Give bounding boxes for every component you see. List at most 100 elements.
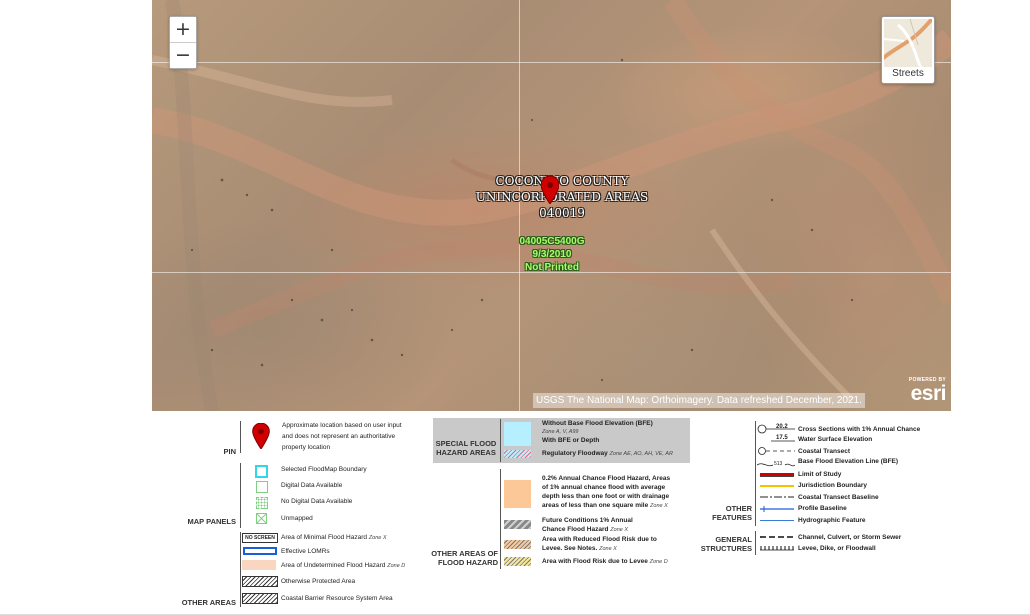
reduced-risk-levee-swatch — [504, 540, 531, 549]
community-id: 040019 — [539, 206, 585, 220]
limit-of-study-symbol — [760, 473, 794, 477]
hydrographic-feature-symbol — [760, 520, 794, 521]
map-panel-item: No Digital Data Available — [281, 498, 353, 505]
map-attribution: USGS The National Map: Orthoimagery. Dat… — [533, 393, 865, 408]
legend-section-map-panels: MAP PANELS — [187, 517, 236, 526]
esri-wordmark: esri — [910, 382, 947, 405]
other-area-item: Area of Minimal Flood Hazard Zone X — [281, 534, 387, 541]
other-flood-item: depth less than one foot or with drainag… — [542, 493, 670, 500]
legend-divider — [755, 421, 756, 526]
section-line: OTHER AREAS OF — [431, 549, 498, 558]
other-area-item: Effective LOMRs — [281, 548, 330, 555]
annual-chance-swatch — [504, 480, 531, 508]
channel-culvert-symbol — [760, 536, 794, 538]
special-flood-item: With BFE or Depth — [542, 437, 600, 444]
pin-description-line: property location — [282, 444, 331, 451]
other-flood-item: of 1% annual chance flood with average — [542, 484, 666, 491]
no-screen-swatch: NO SCREEN — [242, 533, 278, 543]
flood-map-legend: PIN Approximate location based on user i… — [0, 411, 1030, 615]
legend-section-other-flood: OTHER AREAS OF FLOOD HAZARD — [426, 549, 498, 567]
other-flood-item: 0.2% Annual Chance Flood Hazard, Areas — [542, 475, 671, 482]
legend-divider — [500, 419, 501, 462]
other-feature-item: Limit of Study — [798, 471, 842, 478]
legend-section-pin: PIN — [223, 447, 236, 456]
other-flood-item: Area with Reduced Flood Risk due to — [542, 536, 657, 543]
graticule-line — [152, 62, 951, 63]
section-line: FEATURES — [712, 513, 752, 522]
legend-divider — [240, 463, 241, 528]
levee-risk-swatch — [504, 557, 531, 566]
special-flood-item: Regulatory Floodway Zone AE, AO, AH, VE,… — [542, 450, 673, 457]
special-flood-item: Without Base Flood Elevation (BFE) — [542, 420, 653, 427]
other-feature-item: Coastal Transect — [798, 448, 851, 455]
esri-logo[interactable]: POWERED BY esri — [894, 377, 947, 407]
zoom-out-button[interactable]: − — [170, 43, 196, 68]
undetermined-hazard-swatch — [242, 560, 276, 570]
other-feature-item: Hydrographic Feature — [798, 517, 866, 524]
other-flood-item: areas of less than one square mile Zone … — [542, 502, 668, 509]
legend-section-other-features: OTHER FEATURES — [690, 504, 752, 522]
other-area-item: Area of Undetermined Flood Hazard Zone D — [281, 562, 406, 569]
jurisdiction-boundary-symbol — [760, 485, 794, 487]
panel-status: Not Printed — [525, 262, 579, 273]
floodway-swatch — [504, 450, 531, 458]
other-area-item: Otherwise Protected Area — [281, 578, 356, 585]
legend-section-special-flood: SPECIAL FLOOD HAZARD AREAS — [433, 439, 499, 457]
zoom-control: + − — [169, 16, 197, 69]
flood-map-viewer[interactable]: + − Streets COCONINO COUNTY UNINCORPORAT… — [152, 0, 951, 411]
no-digital-data-swatch — [256, 497, 268, 509]
other-flood-item: Levee. See Notes. Zone X — [542, 545, 617, 552]
general-structure-item: Channel, Culvert, or Storm Sewer — [798, 534, 902, 541]
pin-description-line: Approximate location based on user input — [282, 422, 402, 429]
coastal-barrier-swatch — [242, 593, 278, 604]
other-flood-item: Area with Flood Risk due to Levee Zone D — [542, 558, 668, 565]
other-feature-item: Cross Sections with 1% Annual Chance — [798, 426, 921, 433]
other-feature-item: Profile Baseline — [798, 505, 847, 512]
map-panel-item: Unmapped — [281, 515, 313, 522]
effective-lomr-swatch — [243, 547, 277, 555]
otherwise-protected-swatch — [242, 576, 278, 587]
other-area-item: Coastal Barrier Resource System Area — [281, 595, 393, 602]
map-panel-item: Selected FloodMap Boundary — [281, 466, 367, 473]
levee-dike-symbol — [760, 546, 794, 551]
legend-divider — [500, 469, 501, 569]
special-flood-zone: Zone A, V, A99 — [542, 429, 579, 435]
location-pin-icon — [252, 423, 270, 449]
location-pin-icon[interactable] — [541, 176, 559, 204]
section-line: FLOOD HAZARD — [438, 558, 498, 567]
basemap-toggle[interactable]: Streets — [881, 16, 935, 84]
map-panel-item: Digital Data Available — [281, 482, 343, 489]
basemap-toggle-label: Streets — [892, 68, 924, 79]
area-type: UNINCORPORATED AREAS — [475, 190, 649, 204]
streets-basemap-thumbnail — [884, 19, 932, 67]
other-flood-item: Future Conditions 1% Annual — [542, 517, 633, 524]
other-feature-item: Coastal Transect Baseline — [798, 494, 879, 501]
digital-data-swatch — [256, 481, 268, 493]
bfe-sample: 513 — [774, 461, 783, 467]
wse-sample: 17.5 — [776, 435, 788, 441]
other-feature-item: Jurisdiction Boundary — [798, 482, 867, 489]
section-line: SPECIAL FLOOD — [435, 439, 497, 448]
profile-baseline-symbol — [760, 506, 794, 512]
unmapped-swatch — [256, 513, 267, 524]
section-line: GENERAL — [715, 535, 752, 544]
panel-number: 04005C5400G — [519, 236, 585, 247]
other-feature-item: Water Surface Elevation — [798, 436, 873, 443]
other-feature-item: Base Flood Elevation Line (BFE) — [798, 458, 899, 465]
zoom-in-button[interactable]: + — [170, 17, 196, 42]
pin-description-line: and does not represent an authoritative — [282, 433, 396, 440]
general-structure-item: Levee, Dike, or Floodwall — [798, 545, 876, 552]
legend-divider — [755, 531, 756, 555]
section-line: OTHER — [725, 504, 752, 513]
other-flood-item: Chance Flood Hazard Zone X — [542, 526, 629, 533]
legend-section-general-structures: GENERAL STRUCTURES — [690, 535, 752, 553]
legend-divider — [240, 421, 241, 453]
legend-section-other-areas: OTHER AREAS — [181, 598, 236, 607]
flood-panel-label: 04005C5400G 9/3/2010 Not Printed — [472, 235, 632, 274]
county-name: COCONINO COUNTY — [495, 174, 629, 188]
legend-divider — [240, 532, 241, 607]
section-line: STRUCTURES — [700, 544, 752, 553]
panel-date: 9/3/2010 — [532, 249, 572, 260]
selected-boundary-swatch — [255, 465, 268, 478]
future-conditions-swatch — [504, 520, 531, 529]
